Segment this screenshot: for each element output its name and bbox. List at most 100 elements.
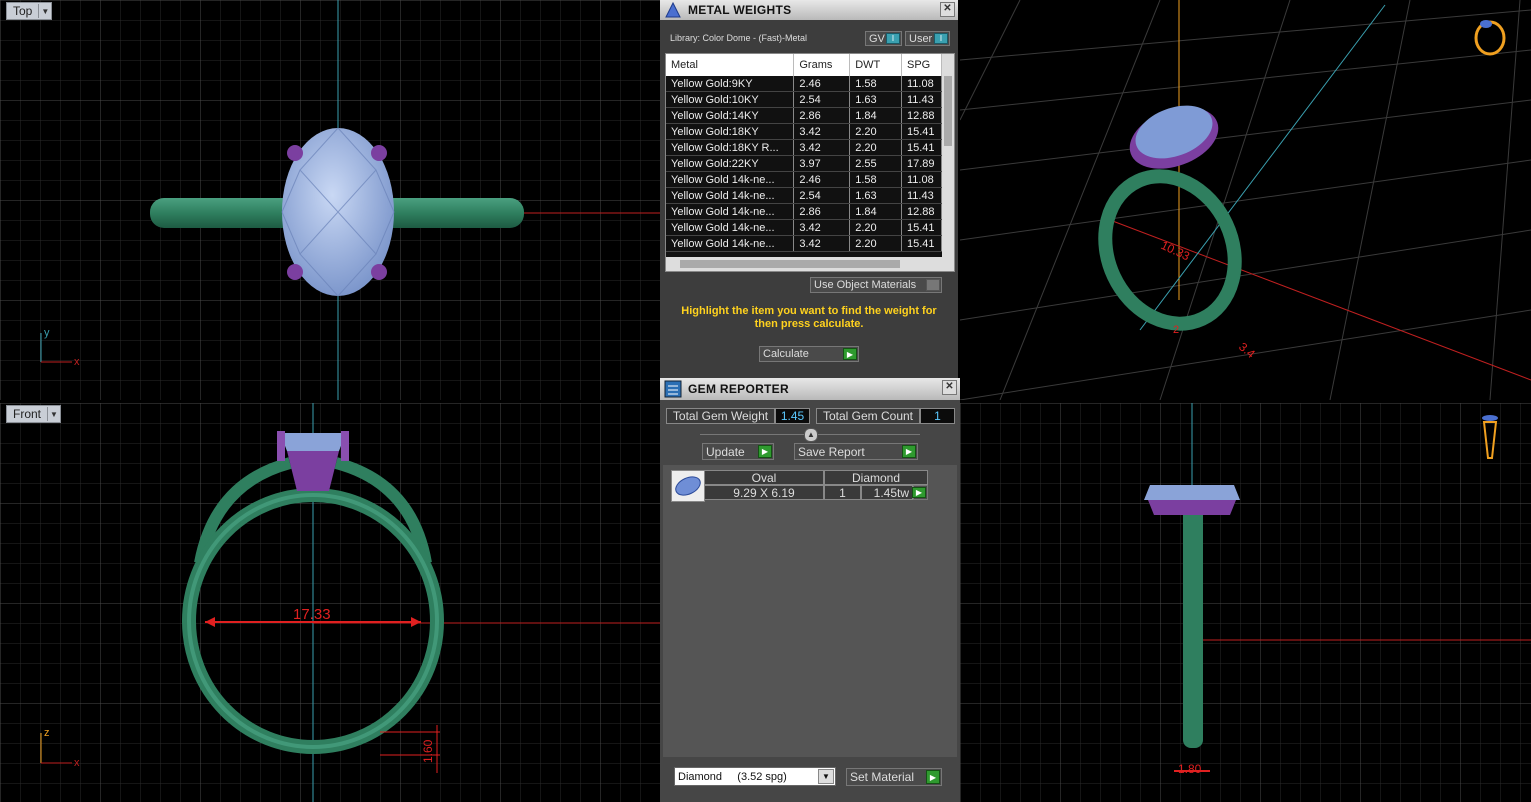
library-label: Library: Color Dome - (Fast)-Metal xyxy=(670,33,808,43)
metal-row[interactable]: Yellow Gold 14k-ne... 3.42 2.20 15.41 xyxy=(666,219,942,236)
gem-front xyxy=(280,433,346,451)
metal-row[interactable]: Yellow Gold:9KY 2.46 1.58 11.08 xyxy=(666,76,942,92)
metal-row[interactable]: Yellow Gold:18KY R... 3.42 2.20 15.41 xyxy=(666,139,942,156)
metal-table-container[interactable]: Metal Grams DWT SPG Yellow Gold:9KY 2.46 1… xyxy=(665,53,955,272)
metal-dwt: 1.84 xyxy=(849,107,902,124)
panel-title: GEM REPORTER xyxy=(688,382,789,396)
viewport-right[interactable]: 1.80 xyxy=(960,403,1531,802)
right-view-canvas: 1.80 xyxy=(960,403,1531,802)
total-gem-count-value: 1 xyxy=(920,408,955,424)
metal-spg: 15.41 xyxy=(901,235,942,252)
metal-grams: 2.46 xyxy=(793,76,851,92)
gem-size: 9.29 X 6.19 xyxy=(704,485,824,500)
dimension-b: 3.4 xyxy=(1236,340,1258,362)
metal-row[interactable]: Yellow Gold 14k-ne... 2.46 1.58 11.08 xyxy=(666,171,942,188)
col-metal[interactable]: Metal xyxy=(666,54,795,76)
metal-dwt: 2.20 xyxy=(849,219,902,236)
metal-spg: 11.08 xyxy=(901,171,942,188)
chevron-down-icon: ▼ xyxy=(818,769,834,784)
metal-dwt: 1.63 xyxy=(849,91,902,108)
metal-spg: 15.41 xyxy=(901,219,942,236)
oval-gem-icon xyxy=(671,470,705,502)
metal-spg: 11.08 xyxy=(901,76,942,92)
metal-dwt: 1.84 xyxy=(849,203,902,220)
metal-dwt: 2.20 xyxy=(849,123,902,140)
viewport-perspective[interactable]: 10.33 3.4 2 xyxy=(960,0,1531,400)
metal-row[interactable]: Yellow Gold 14k-ne... 2.86 1.84 12.88 xyxy=(666,203,942,220)
gem-row-action-button[interactable]: ▶ xyxy=(912,485,928,500)
metal-row[interactable]: Yellow Gold 14k-ne... 3.42 2.20 15.41 xyxy=(666,235,942,252)
scroll-thumb[interactable] xyxy=(944,76,952,146)
axis-y-label: y xyxy=(44,327,50,339)
axis-x-label: x xyxy=(74,356,80,368)
metal-grams: 2.54 xyxy=(793,91,851,108)
toggle-user[interactable]: User I xyxy=(905,31,950,46)
viewport-label: Front xyxy=(13,407,42,421)
metal-spg: 11.43 xyxy=(901,91,942,108)
metal-weights-titlebar[interactable]: METAL WEIGHTS ✕ xyxy=(660,0,958,20)
dimension-thickness: 1.60 xyxy=(421,739,435,763)
viewport-front-menu[interactable]: Front ▼ xyxy=(6,405,62,423)
metal-grams: 3.42 xyxy=(793,123,851,140)
hscroll-thumb[interactable] xyxy=(680,260,900,268)
metal-row[interactable]: Yellow Gold:14KY 2.86 1.84 12.88 xyxy=(666,107,942,124)
set-material-button[interactable]: Set Material ▶ xyxy=(846,768,942,786)
total-gem-weight-value: 1.45 xyxy=(775,408,810,424)
col-dwt[interactable]: DWT xyxy=(849,54,902,76)
calculate-button[interactable]: Calculate ▶ xyxy=(759,346,859,362)
metal-spg: 17.89 xyxy=(901,155,942,172)
metal-dwt: 2.20 xyxy=(849,235,902,252)
gem-shape: Oval xyxy=(704,470,824,485)
metal-name: Yellow Gold:9KY xyxy=(666,76,795,92)
axis-z-label: z xyxy=(44,727,50,739)
chevron-down-icon: ▼ xyxy=(47,407,60,421)
gem-list: Oval Diamond 9.29 X 6.19 1 1.45tw ▶ xyxy=(663,465,957,757)
metal-row[interactable]: Yellow Gold 14k-ne... 2.54 1.63 11.43 xyxy=(666,187,942,204)
close-icon[interactable]: ✕ xyxy=(940,2,955,17)
metal-grams: 3.42 xyxy=(793,219,851,236)
chevron-down-icon: ▼ xyxy=(38,4,51,18)
metal-table: Metal Grams DWT SPG Yellow Gold:9KY 2.46 1… xyxy=(666,54,942,252)
metal-name: Yellow Gold 14k-ne... xyxy=(666,219,795,236)
metal-row[interactable]: Yellow Gold:22KY 3.97 2.55 17.89 xyxy=(666,155,942,172)
close-icon[interactable]: ✕ xyxy=(942,380,957,395)
metal-row[interactable]: Yellow Gold:18KY 3.42 2.20 15.41 xyxy=(666,123,942,140)
metal-grams: 3.42 xyxy=(793,139,851,156)
save-report-button[interactable]: Save Report ▶ xyxy=(794,443,918,460)
front-view-canvas: 17.33 1.60 z x xyxy=(0,403,660,802)
dimension-a: 10.33 xyxy=(1159,238,1192,264)
viewport-top-menu[interactable]: Top ▼ xyxy=(6,2,53,20)
vertical-scrollbar[interactable] xyxy=(942,54,954,257)
metal-row[interactable]: Yellow Gold:10KY 2.54 1.63 11.43 xyxy=(666,91,942,108)
metal-name: Yellow Gold:18KY xyxy=(666,123,795,140)
metal-dwt: 1.58 xyxy=(849,76,902,92)
gem-reporter-panel: GEM REPORTER ✕ Total Gem Weight 1.45 Tot… xyxy=(660,378,960,802)
material-select[interactable]: Diamond (3.52 spg) ▼ xyxy=(674,767,836,786)
metal-name: Yellow Gold 14k-ne... xyxy=(666,235,795,252)
metal-dwt: 2.55 xyxy=(849,155,902,172)
gem-weight: 1.45tw xyxy=(861,485,913,500)
chevron-up-icon[interactable]: ▲ xyxy=(804,428,818,442)
metal-spg: 12.88 xyxy=(901,107,942,124)
update-button[interactable]: Update ▶ xyxy=(702,443,774,460)
viewport-top[interactable]: y x Top ▼ xyxy=(0,0,660,400)
toggle-gv[interactable]: GV I xyxy=(865,31,902,46)
metal-weights-panel: METAL WEIGHTS ✕ Library: Color Dome - (F… xyxy=(660,0,958,378)
viewport-front[interactable]: 17.33 1.60 z x Front ▼ xyxy=(0,403,660,802)
horizontal-scrollbar[interactable] xyxy=(666,257,954,271)
metal-name: Yellow Gold 14k-ne... xyxy=(666,171,795,188)
col-spg[interactable]: SPG xyxy=(901,54,942,76)
metal-spg: 15.41 xyxy=(901,123,942,140)
metal-grams: 3.97 xyxy=(793,155,851,172)
use-object-materials-toggle[interactable]: Use Object Materials xyxy=(810,277,942,293)
metal-spg: 12.88 xyxy=(901,203,942,220)
total-gem-count-label: Total Gem Count xyxy=(816,408,920,424)
metal-spg: 15.41 xyxy=(901,139,942,156)
metal-name: Yellow Gold:22KY xyxy=(666,155,795,172)
gem-right xyxy=(1144,485,1240,500)
gem-reporter-titlebar[interactable]: GEM REPORTER ✕ xyxy=(660,378,960,400)
col-grams[interactable]: Grams xyxy=(793,54,851,76)
gem-reporter-icon xyxy=(664,380,682,398)
hint-text: Highlight the item you want to find the … xyxy=(681,305,937,330)
metal-name: Yellow Gold 14k-ne... xyxy=(666,187,795,204)
